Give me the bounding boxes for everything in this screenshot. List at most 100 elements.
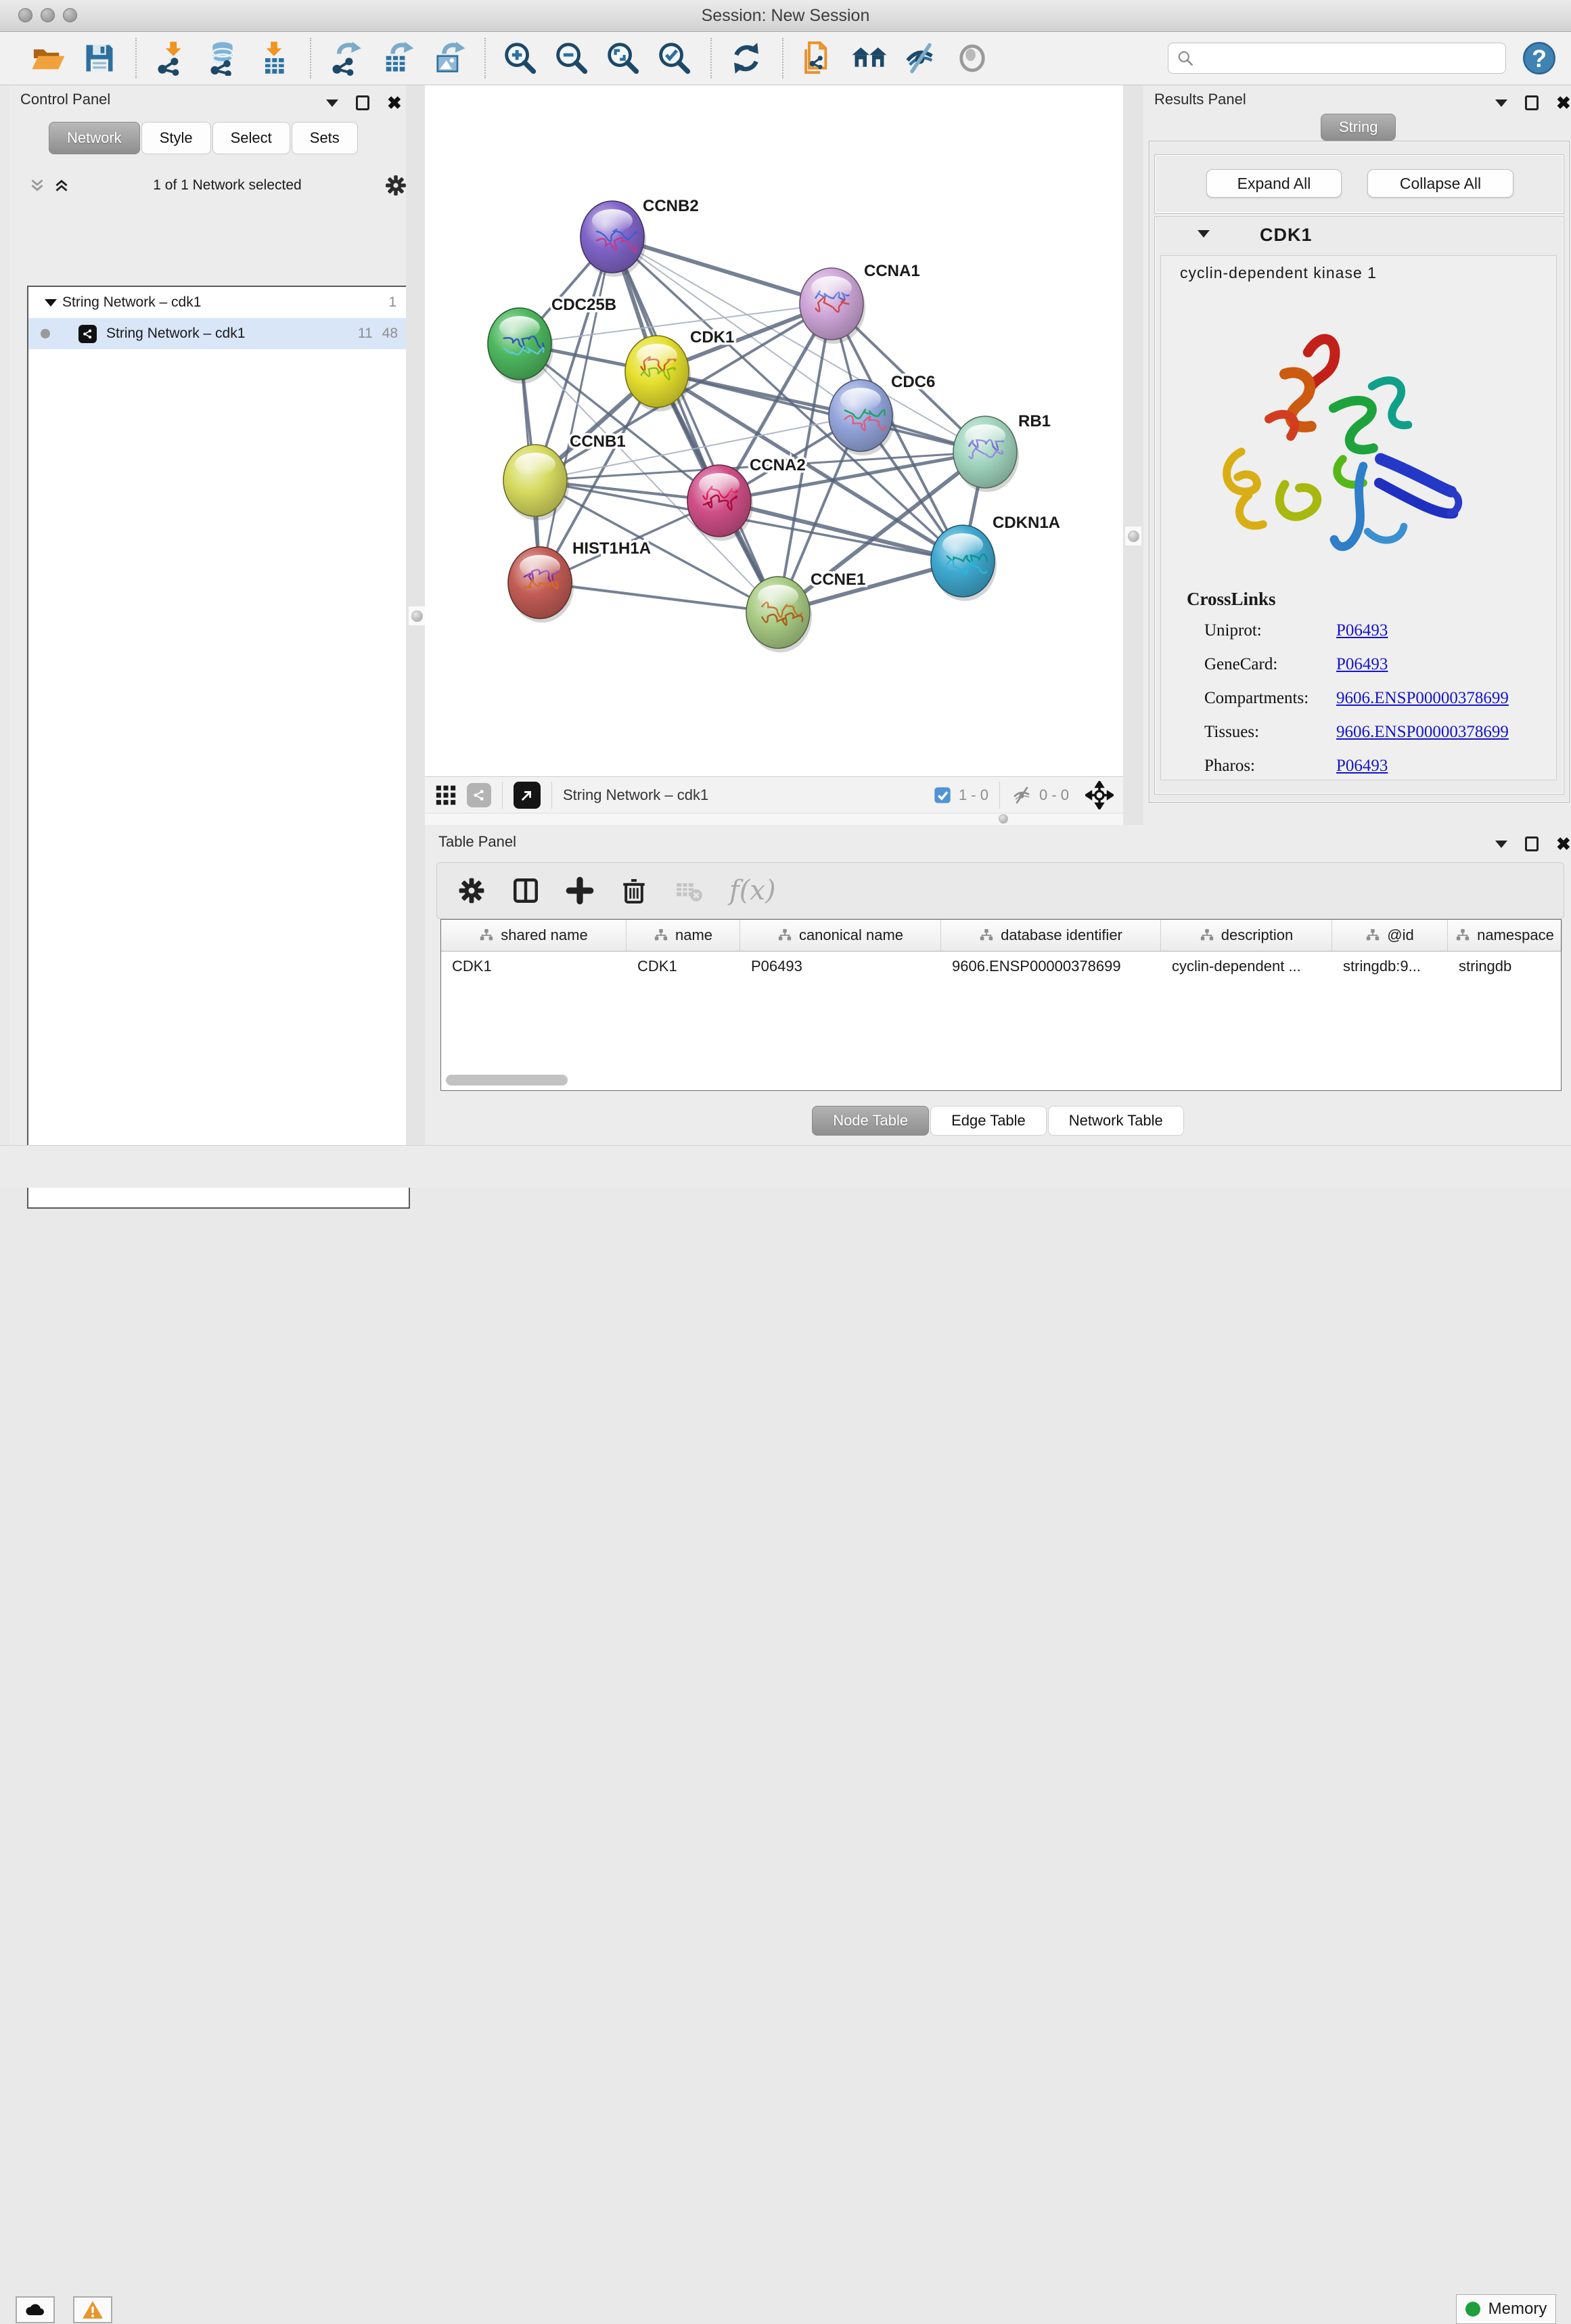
- network-graph[interactable]: CCNB2CCNA1CDC25BCDK1CDC6RB1CCNB1CCNA2CDK…: [425, 85, 1123, 776]
- gear-icon[interactable]: [384, 174, 407, 197]
- float-panel-icon[interactable]: [1525, 95, 1539, 110]
- panel-menu-icon[interactable]: [1495, 841, 1507, 848]
- table-cell[interactable]: P06493: [740, 958, 941, 975]
- tab-select[interactable]: Select: [212, 122, 290, 154]
- tab-node-table[interactable]: Node Table: [812, 1106, 929, 1136]
- tab-network-table[interactable]: Network Table: [1048, 1106, 1184, 1136]
- close-panel-icon[interactable]: ✖: [1556, 95, 1571, 110]
- table-cell[interactable]: CDK1: [441, 958, 627, 975]
- network-canvas[interactable]: CCNB2CCNA1CDC25BCDK1CDC6RB1CCNB1CCNA2CDK…: [425, 85, 1123, 776]
- import-network-database-button[interactable]: [202, 37, 244, 79]
- table-cell[interactable]: CDK1: [627, 958, 740, 975]
- column-header-databaseidentifier[interactable]: database identifier: [941, 920, 1161, 951]
- open-session-button[interactable]: [27, 37, 69, 79]
- network-collection-row[interactable]: String Network – cdk1 1: [28, 287, 409, 318]
- export-network-button[interactable]: [325, 37, 367, 79]
- show-all-button[interactable]: [951, 37, 993, 79]
- network-node-CCNB1[interactable]: [503, 445, 569, 520]
- help-button[interactable]: ?: [1518, 37, 1560, 79]
- network-node-CCNE1[interactable]: [746, 577, 812, 652]
- table-settings-gear-icon[interactable]: [457, 876, 486, 905]
- export-image-button[interactable]: [428, 37, 470, 79]
- selected-checkbox-icon[interactable]: [933, 786, 952, 805]
- network-node-RB1[interactable]: [953, 416, 1019, 492]
- tab-style[interactable]: Style: [141, 122, 211, 154]
- save-session-button[interactable]: [78, 37, 120, 79]
- zoom-in-button[interactable]: [499, 37, 541, 79]
- refresh-button[interactable]: [725, 37, 767, 79]
- import-network-file-button[interactable]: [150, 37, 192, 79]
- add-column-icon[interactable]: [566, 876, 594, 905]
- column-header-canonicalname[interactable]: canonical name: [740, 920, 941, 951]
- right-splitter[interactable]: [1123, 85, 1143, 825]
- network-edge-HIST1H1A-CCNE1[interactable]: [540, 583, 778, 612]
- tree-expand-icon[interactable]: [45, 299, 62, 307]
- table-row[interactable]: CDK1CDK1P064939606.ENSP00000378699cyclin…: [441, 952, 1561, 981]
- network-node-CDKN1A[interactable]: [931, 525, 997, 601]
- zoom-out-button[interactable]: [551, 37, 593, 79]
- network-node-CDC6[interactable]: [829, 380, 894, 455]
- node-table[interactable]: shared namenamecanonical namedatabase id…: [440, 919, 1562, 1091]
- close-panel-icon[interactable]: ✖: [387, 95, 402, 110]
- crosslink-value-link[interactable]: 9606.ENSP00000378699: [1336, 689, 1509, 708]
- scrollbar-thumb[interactable]: [446, 1075, 568, 1086]
- splitter-handle[interactable]: [999, 814, 1008, 824]
- splitter-handle[interactable]: [1125, 527, 1141, 545]
- table-scrollbar[interactable]: [446, 1075, 1556, 1087]
- float-panel-icon[interactable]: [1525, 836, 1539, 851]
- network-row-selected[interactable]: String Network – cdk1 11 48: [28, 318, 409, 349]
- import-table-button[interactable]: [253, 37, 295, 79]
- tab-network[interactable]: Network: [49, 122, 140, 154]
- column-header-id[interactable]: @id: [1332, 920, 1448, 951]
- column-header-description[interactable]: description: [1161, 920, 1332, 951]
- network-node-CCNB2[interactable]: [580, 201, 646, 277]
- table-cell[interactable]: 9606.ENSP00000378699: [941, 958, 1161, 975]
- table-cell[interactable]: stringdb:9...: [1332, 958, 1448, 975]
- memory-button[interactable]: Memory: [1456, 2294, 1556, 2324]
- table-cell[interactable]: cyclin-dependent ...: [1161, 958, 1332, 975]
- float-panel-icon[interactable]: [356, 95, 369, 110]
- collapse-all-button[interactable]: Collapse All: [1367, 169, 1513, 198]
- search-input[interactable]: [1194, 49, 1495, 68]
- warning-status-button[interactable]: [73, 2296, 112, 2323]
- section-collapse-icon[interactable]: [1198, 230, 1210, 238]
- collapse-all-icon[interactable]: [28, 177, 46, 194]
- zoom-fit-button[interactable]: [602, 37, 644, 79]
- crosslink-value-link[interactable]: 9606.ENSP00000378699: [1336, 723, 1509, 742]
- panel-menu-icon[interactable]: [326, 99, 338, 107]
- export-table-button[interactable]: [376, 37, 418, 79]
- crosslink-value-link[interactable]: P06493: [1336, 757, 1388, 776]
- splitter-handle[interactable]: [409, 606, 425, 625]
- column-header-sharedname[interactable]: shared name: [441, 920, 627, 951]
- split-table-icon[interactable]: [511, 876, 540, 905]
- grid-view-icon[interactable]: [434, 784, 457, 807]
- hidden-eye-icon[interactable]: [1011, 784, 1032, 806]
- hide-selected-button[interactable]: [900, 37, 942, 79]
- delete-column-trash-icon[interactable]: [620, 876, 648, 905]
- cloud-status-button[interactable]: [16, 2296, 55, 2323]
- tab-edge-table[interactable]: Edge Table: [930, 1106, 1047, 1136]
- tab-string[interactable]: String: [1321, 114, 1396, 141]
- column-header-namespace[interactable]: namespace: [1448, 920, 1562, 951]
- left-splitter[interactable]: [406, 85, 425, 1145]
- network-node-CDC25B[interactable]: [488, 308, 553, 384]
- network-edge-CCNB2-HIST1H1A[interactable]: [540, 237, 612, 583]
- zoom-selected-button[interactable]: [654, 37, 696, 79]
- crosslink-value-link[interactable]: P06493: [1336, 655, 1388, 674]
- table-cell[interactable]: stringdb: [1448, 958, 1562, 975]
- panel-menu-icon[interactable]: [1495, 99, 1507, 107]
- close-panel-icon[interactable]: ✖: [1556, 836, 1571, 851]
- new-network-from-selection-button[interactable]: [797, 37, 839, 79]
- overview-toggle-button[interactable]: [467, 783, 491, 807]
- tab-sets[interactable]: Sets: [292, 122, 358, 154]
- fit-selected-icon[interactable]: [1085, 781, 1114, 809]
- network-node-CCNA1[interactable]: [800, 268, 865, 344]
- expand-all-icon[interactable]: [53, 177, 70, 194]
- network-node-CDK1[interactable]: [625, 336, 691, 411]
- first-neighbors-button[interactable]: [848, 37, 890, 79]
- expand-all-button[interactable]: Expand All: [1206, 169, 1342, 198]
- birdseye-button[interactable]: [514, 782, 541, 809]
- network-node-HIST1H1A[interactable]: [508, 547, 574, 623]
- crosslink-value-link[interactable]: P06493: [1336, 621, 1388, 640]
- column-header-name[interactable]: name: [627, 920, 740, 951]
